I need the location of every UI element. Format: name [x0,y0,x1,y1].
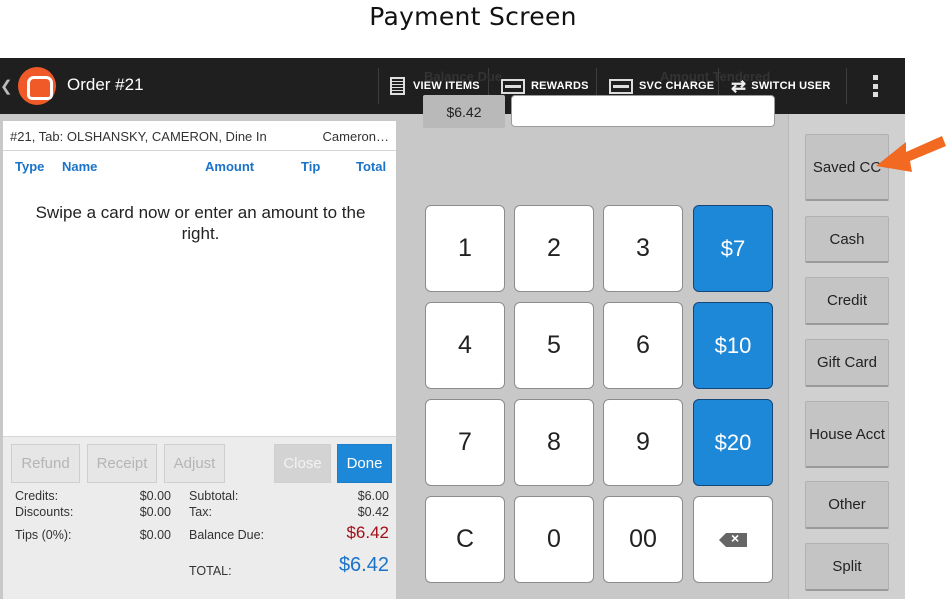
close-button[interactable]: Close [274,444,331,483]
credit-button[interactable]: Credit [805,277,889,325]
order-footer: Refund Receipt Adjust Close Done Credits… [3,436,396,599]
app-logo-icon[interactable] [18,67,56,105]
column-tip: Tip [301,159,321,174]
column-total: Total [356,159,387,174]
key-7[interactable]: 7 [425,399,505,486]
subtotal-label: Subtotal: [189,489,239,503]
balance-due-value: $6.42 [346,523,389,542]
key-3[interactable]: 3 [603,205,683,292]
done-button[interactable]: Done [337,444,392,483]
refund-button[interactable]: Refund [11,444,80,483]
overflow-menu-icon[interactable] [873,75,879,97]
discounts-value: $0.00 [139,505,171,519]
tips-label: Tips (0%): [15,528,72,542]
balance-due-heading: Balance Due [424,69,503,84]
other-button[interactable]: Other [805,481,889,529]
swipe-message: Swipe a card now or enter an amount to t… [35,203,366,243]
order-info: #21, Tab: OLSHANSKY, CAMERON, Dine In [10,129,267,144]
credits-label: Credits: [15,489,59,503]
tips-value: $0.00 [139,528,171,542]
document-icon [390,77,405,95]
server-name: Cameron… [322,129,389,144]
card-icon [501,78,525,94]
key-2[interactable]: 2 [514,205,594,292]
column-amount: Amount [205,159,255,174]
tax-value: $0.42 [357,505,389,519]
adjust-button[interactable]: Adjust [164,444,225,483]
cash-button[interactable]: Cash [805,216,889,263]
key-1[interactable]: 1 [425,205,505,292]
total-value: $6.42 [338,554,389,576]
total-label: TOTAL: [189,564,232,578]
rewards-label: REWARDS [531,80,589,92]
key-4[interactable]: 4 [425,302,505,389]
card-icon [609,78,633,94]
key-9[interactable]: 9 [603,399,683,486]
order-header: #21, Tab: OLSHANSKY, CAMERON, Dine In Ca… [3,121,396,151]
key-6[interactable]: 6 [603,302,683,389]
key-5[interactable]: 5 [514,302,594,389]
order-panel: #21, Tab: OLSHANSKY, CAMERON, Dine In Ca… [3,121,396,599]
order-title: Order #21 [67,75,144,94]
credits-value: $0.00 [139,489,171,503]
quick-10-button[interactable]: $10 [693,302,773,389]
subtotal-value: $6.00 [357,489,389,503]
balance-due-box: $6.42 [423,95,505,128]
annotation-arrow-icon [876,136,946,172]
gift-card-button[interactable]: Gift Card [805,339,889,387]
discounts-label: Discounts: [15,505,74,519]
amount-tendered-input[interactable] [511,95,775,127]
back-chevron-icon[interactable]: ❮ [0,77,13,95]
column-type: Type [15,159,45,174]
divider [378,68,379,104]
amount-tendered-heading: Amount Tendered [660,69,771,84]
quick-7-button[interactable]: $7 [693,205,773,292]
receipt-button[interactable]: Receipt [87,444,157,483]
balance-due-label: Balance Due: [189,528,265,542]
key-00[interactable]: 00 [603,496,683,583]
page-title: Payment Screen [369,2,577,31]
key-clear[interactable]: C [425,496,505,583]
divider [846,68,847,104]
backspace-button[interactable] [693,496,773,583]
split-button[interactable]: Split [805,543,889,591]
pos-app: ❮ Order #21 VIEW ITEMS REWARDS SVC CHARG… [0,58,905,599]
backspace-icon [719,530,747,547]
key-8[interactable]: 8 [514,399,594,486]
tax-label: Tax: [189,505,212,519]
quick-20-button[interactable]: $20 [693,399,773,486]
house-acct-button[interactable]: House Acct [805,401,889,468]
key-0[interactable]: 0 [514,496,594,583]
column-name: Name [62,159,98,174]
